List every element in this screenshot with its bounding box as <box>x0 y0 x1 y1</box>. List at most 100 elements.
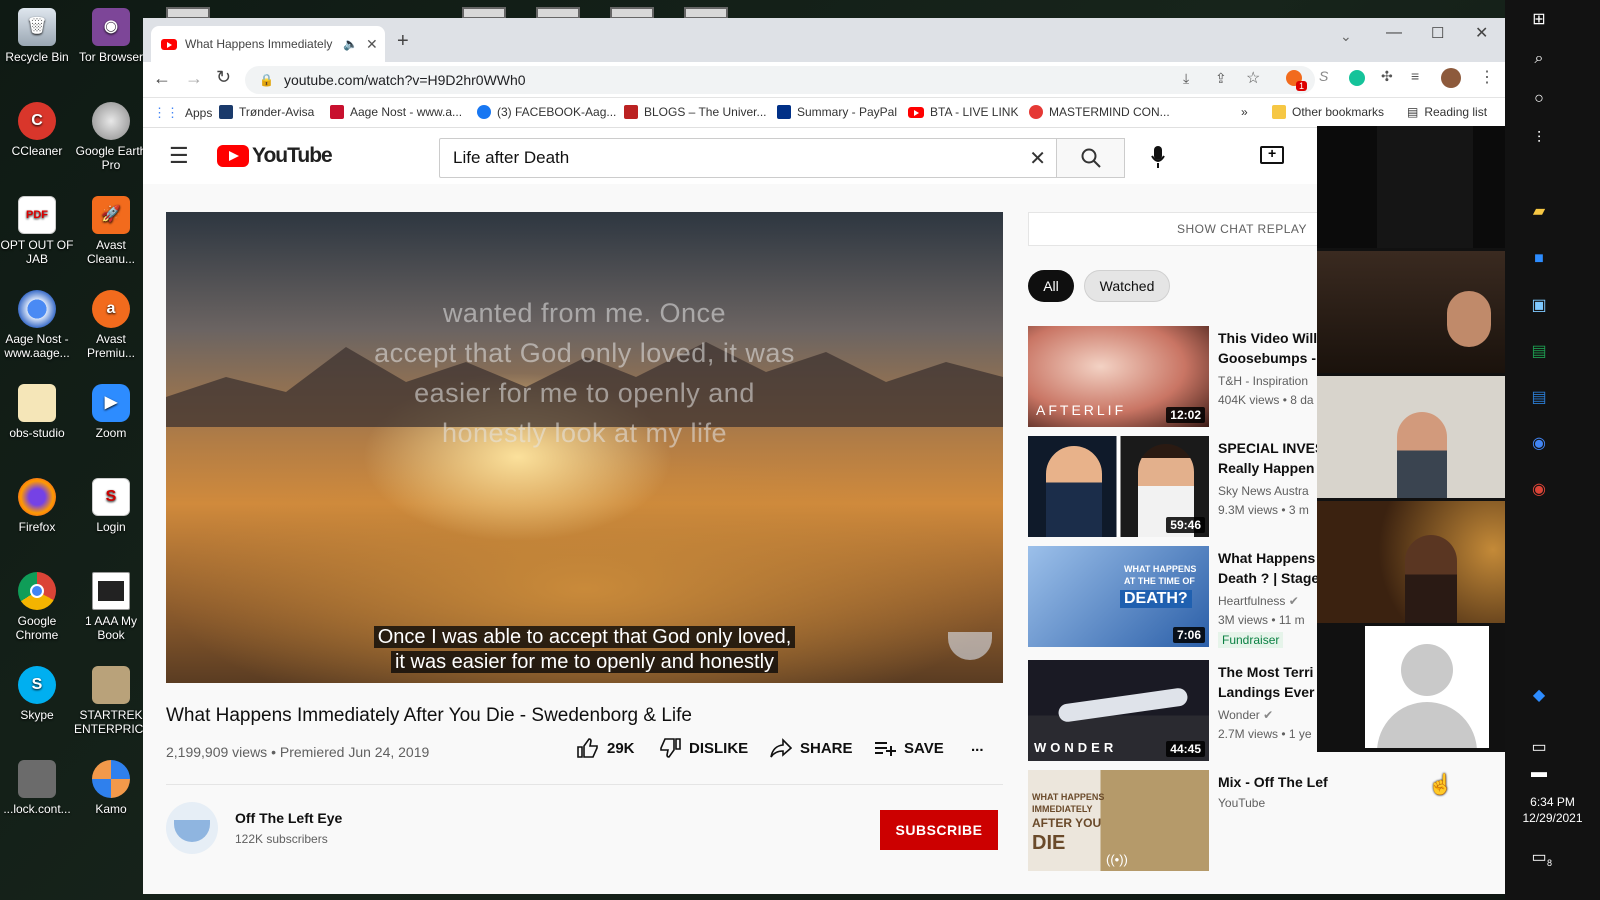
zoom-participant-tile[interactable] <box>1317 376 1537 498</box>
zoom-participant-tile[interactable] <box>1317 126 1537 248</box>
like-button[interactable]: 29K <box>577 738 635 758</box>
rec-channel: Sky News Austra <box>1218 484 1309 498</box>
system-clock[interactable]: 6:34 PM 12/29/2021 <box>1505 794 1600 826</box>
profile-avatar[interactable] <box>1441 68 1461 88</box>
reading-list[interactable]: ▤ Reading list <box>1407 105 1487 119</box>
url-field[interactable]: 🔒 youtube.com/watch?v=H9D2hr0WWh0 <box>245 66 1315 94</box>
network-icon[interactable]: ▭ <box>1525 736 1553 758</box>
close-tab-icon[interactable]: ✕ <box>366 36 378 53</box>
bookmark-star-icon[interactable]: ☆ <box>1246 68 1260 88</box>
recommendation-item[interactable]: 59:46 SPECIAL INVES Really Happen Sky Ne… <box>1028 436 1318 538</box>
tab-youtube[interactable]: What Happens Immediately 🔈 ✕ <box>151 26 385 62</box>
obs-icon <box>18 384 56 422</box>
recommendation-item[interactable]: WHAT HAPPENS IMMEDIATELY AFTER YOU DIE (… <box>1028 770 1328 872</box>
desktop-icon-avast-cleanup[interactable]: 🚀 Avast Cleanu... <box>74 196 148 266</box>
recommendation-item[interactable]: WHAT HAPPENS AT THE TIME OF DEATH? 7:06 … <box>1028 546 1318 648</box>
tray-app-icon[interactable]: ◆ <box>1525 684 1553 706</box>
channel-name[interactable]: Off The Left Eye <box>235 810 342 826</box>
desktop-icon-opt-out-pdf[interactable]: PDF OPT OUT OF JAB <box>0 196 74 266</box>
zoom-taskbar-icon[interactable]: ■ <box>1525 248 1553 270</box>
desktop-icon-recycle-bin[interactable]: 🗑 Recycle Bin <box>0 8 74 64</box>
search-taskbar-icon[interactable]: ⌕ <box>1525 48 1553 70</box>
install-icon[interactable]: ⤓ <box>1183 70 1189 87</box>
dislike-button[interactable]: DISLIKE <box>659 738 748 758</box>
duration-badge: 7:06 <box>1172 627 1205 643</box>
youtube-bookmark-icon <box>908 106 924 118</box>
bookmark-facebook[interactable]: (3) FACEBOOK-Aag... <box>477 105 616 119</box>
voice-search-button[interactable] <box>1143 142 1173 172</box>
subscribe-button[interactable]: SUBSCRIBE <box>880 810 998 850</box>
menu-kebab-icon[interactable]: ⋮ <box>1479 67 1495 87</box>
share-icon[interactable]: ⇪ <box>1215 70 1227 87</box>
chip-watched[interactable]: Watched <box>1084 270 1170 302</box>
channel-avatar[interactable] <box>166 802 218 854</box>
desktop-icon-google-earth[interactable]: Google Earth Pro <box>74 102 148 172</box>
zoom-participant-tile[interactable] <box>1317 626 1537 748</box>
search-button[interactable] <box>1057 138 1125 178</box>
chip-all[interactable]: All <box>1028 270 1074 302</box>
create-video-button[interactable]: + <box>1260 145 1284 164</box>
desktop-icon-login[interactable]: S Login <box>74 478 148 534</box>
bookmark-mastermind[interactable]: MASTERMIND CON... <box>1029 105 1170 119</box>
chrome-taskbar-icon[interactable]: ◉ <box>1525 432 1553 454</box>
recommendation-item[interactable]: AFTERLIF 12:02 This Video Will Goosebump… <box>1028 326 1318 428</box>
video-player[interactable]: wanted from me. Once accept that God onl… <box>166 212 1003 683</box>
desktop-icon-zoom[interactable]: ▶ Zoom <box>74 384 148 440</box>
more-actions-button[interactable]: ... <box>971 738 984 755</box>
desktop-icon-kamo[interactable]: Kamo <box>74 760 148 816</box>
show-chat-replay-button[interactable]: SHOW CHAT REPLAY <box>1028 212 1318 246</box>
address-bar-row: ← → ↻ 🔒 youtube.com/watch?v=H9D2hr0WWh0 … <box>143 62 1535 98</box>
desktop-icon-startrek[interactable]: STARTREK ENTERPRICE <box>74 666 151 736</box>
bookmark-apps[interactable]: ⋮⋮ Apps <box>153 105 212 121</box>
extension-s-icon[interactable]: S <box>1319 68 1328 84</box>
desktop-icon-avast-premium[interactable]: a Avast Premiu... <box>74 290 148 360</box>
clear-search-icon[interactable]: ✕ <box>1029 146 1046 171</box>
maximize-icon[interactable]: ☐ <box>1431 24 1444 42</box>
desktop-icon-firefox[interactable]: Firefox <box>0 478 74 534</box>
recommendation-item[interactable]: WONDER 44:45 The Most Terri Landings Eve… <box>1028 660 1318 762</box>
close-window-icon[interactable]: ✕ <box>1475 23 1488 43</box>
forward-icon[interactable]: → <box>185 68 203 89</box>
word-taskbar-icon[interactable]: ▤ <box>1525 386 1553 408</box>
start-windows-icon[interactable]: ⊞ <box>1525 8 1553 30</box>
desktop-icon-lock-cont[interactable]: ...lock.cont... <box>0 760 74 816</box>
zoom-participant-tile[interactable] <box>1317 251 1537 373</box>
file-explorer-icon[interactable]: ▰ <box>1525 200 1553 222</box>
cortana-icon[interactable]: ○ <box>1525 88 1553 110</box>
youtube-logo[interactable]: YouTube <box>217 144 333 168</box>
save-button[interactable]: SAVE <box>874 738 944 758</box>
tab-search-icon[interactable]: ⌄ <box>1340 28 1352 45</box>
reload-icon[interactable]: ↻ <box>216 67 231 88</box>
desktop-icon-my-book[interactable]: 1 AAA My Book <box>74 572 148 642</box>
other-bookmarks[interactable]: Other bookmarks <box>1272 105 1384 119</box>
desktop-icon-ccleaner[interactable]: C CCleaner <box>0 102 74 158</box>
minimize-icon[interactable]: — <box>1386 24 1402 42</box>
bookmark-paypal[interactable]: Summary - PayPal <box>777 105 897 119</box>
desktop-icon-skype[interactable]: S Skype <box>0 666 74 722</box>
back-icon[interactable]: ← <box>153 68 171 89</box>
desktop-icon-aage-nost[interactable]: Aage Nost - www.aage... <box>0 290 74 360</box>
desktop-icon-google-chrome[interactable]: Google Chrome <box>0 572 74 642</box>
hamburger-menu-icon[interactable]: ☰ <box>169 143 189 169</box>
share-button[interactable]: SHARE <box>770 738 853 758</box>
app-taskbar-icon[interactable]: ▣ <box>1525 294 1553 316</box>
bookmark-bta-live[interactable]: BTA - LIVE LINK <box>908 105 1018 119</box>
excel-taskbar-icon[interactable]: ▤ <box>1525 340 1553 362</box>
bookmark-aage-nost[interactable]: Aage Nost - www.a... <box>330 105 462 119</box>
chrome-profile-taskbar-icon[interactable]: ◉ <box>1525 478 1553 500</box>
battery-icon[interactable]: ▬ <box>1525 762 1553 784</box>
search-input[interactable]: Life after Death ✕ <box>439 138 1057 178</box>
extensions-puzzle-icon[interactable]: ✣ <box>1381 68 1393 85</box>
video-camera-icon: + <box>1268 145 1277 161</box>
media-control-icon[interactable]: ≡ <box>1411 68 1419 84</box>
bookmark-blogs[interactable]: BLOGS – The Univer... <box>624 105 767 119</box>
desktop-icon-tor-browser[interactable]: ◉ Tor Browser <box>74 8 148 64</box>
extension-grammarly-icon[interactable] <box>1349 70 1365 86</box>
bookmark-tronder-avisa[interactable]: Trønder-Avisa <box>219 105 314 119</box>
new-tab-button[interactable]: + <box>397 30 409 53</box>
speaker-icon[interactable]: 🔈 <box>343 37 358 51</box>
zoom-participant-tile[interactable] <box>1317 501 1537 623</box>
desktop-icon-obs-studio[interactable]: obs-studio <box>0 384 74 440</box>
task-view-icon[interactable]: ⫶ <box>1525 128 1553 150</box>
bookmarks-more[interactable]: » <box>1241 105 1248 119</box>
